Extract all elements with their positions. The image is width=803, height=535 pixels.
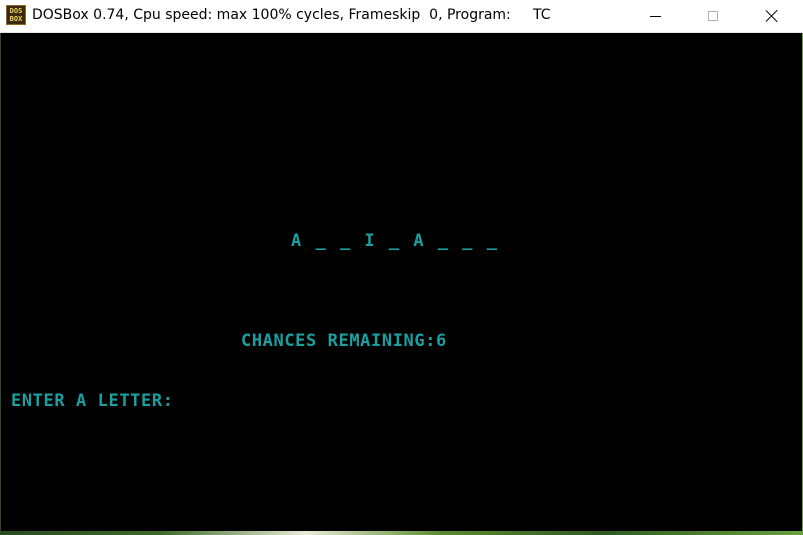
window-title: DOSBox 0.74, Cpu speed: max 100% cycles,… — [32, 7, 551, 23]
enter-letter-prompt: ENTER A LETTER: — [11, 391, 174, 411]
close-button[interactable] — [749, 0, 795, 32]
app-icon-label: DOS BOX — [9, 7, 23, 23]
dosbox-app-icon[interactable]: DOS BOX — [6, 5, 26, 25]
maximize-button[interactable] — [690, 0, 736, 32]
hangman-word-display: A _ _ I _ A _ _ _ — [291, 231, 499, 251]
chances-remaining-label: CHANCES REMAINING:6 — [241, 331, 447, 351]
maximize-icon — [708, 11, 718, 21]
minimize-icon — [649, 15, 661, 17]
dos-screen[interactable]: A _ _ I _ A _ _ _ CHANCES REMAINING:6 EN… — [1, 33, 802, 531]
dosbox-window: DOS BOX DOSBox 0.74, Cpu speed: max 100%… — [0, 0, 803, 535]
title-bar[interactable]: DOS BOX DOSBox 0.74, Cpu speed: max 100%… — [0, 0, 803, 33]
minimize-button[interactable] — [632, 0, 678, 32]
close-icon — [765, 9, 779, 23]
